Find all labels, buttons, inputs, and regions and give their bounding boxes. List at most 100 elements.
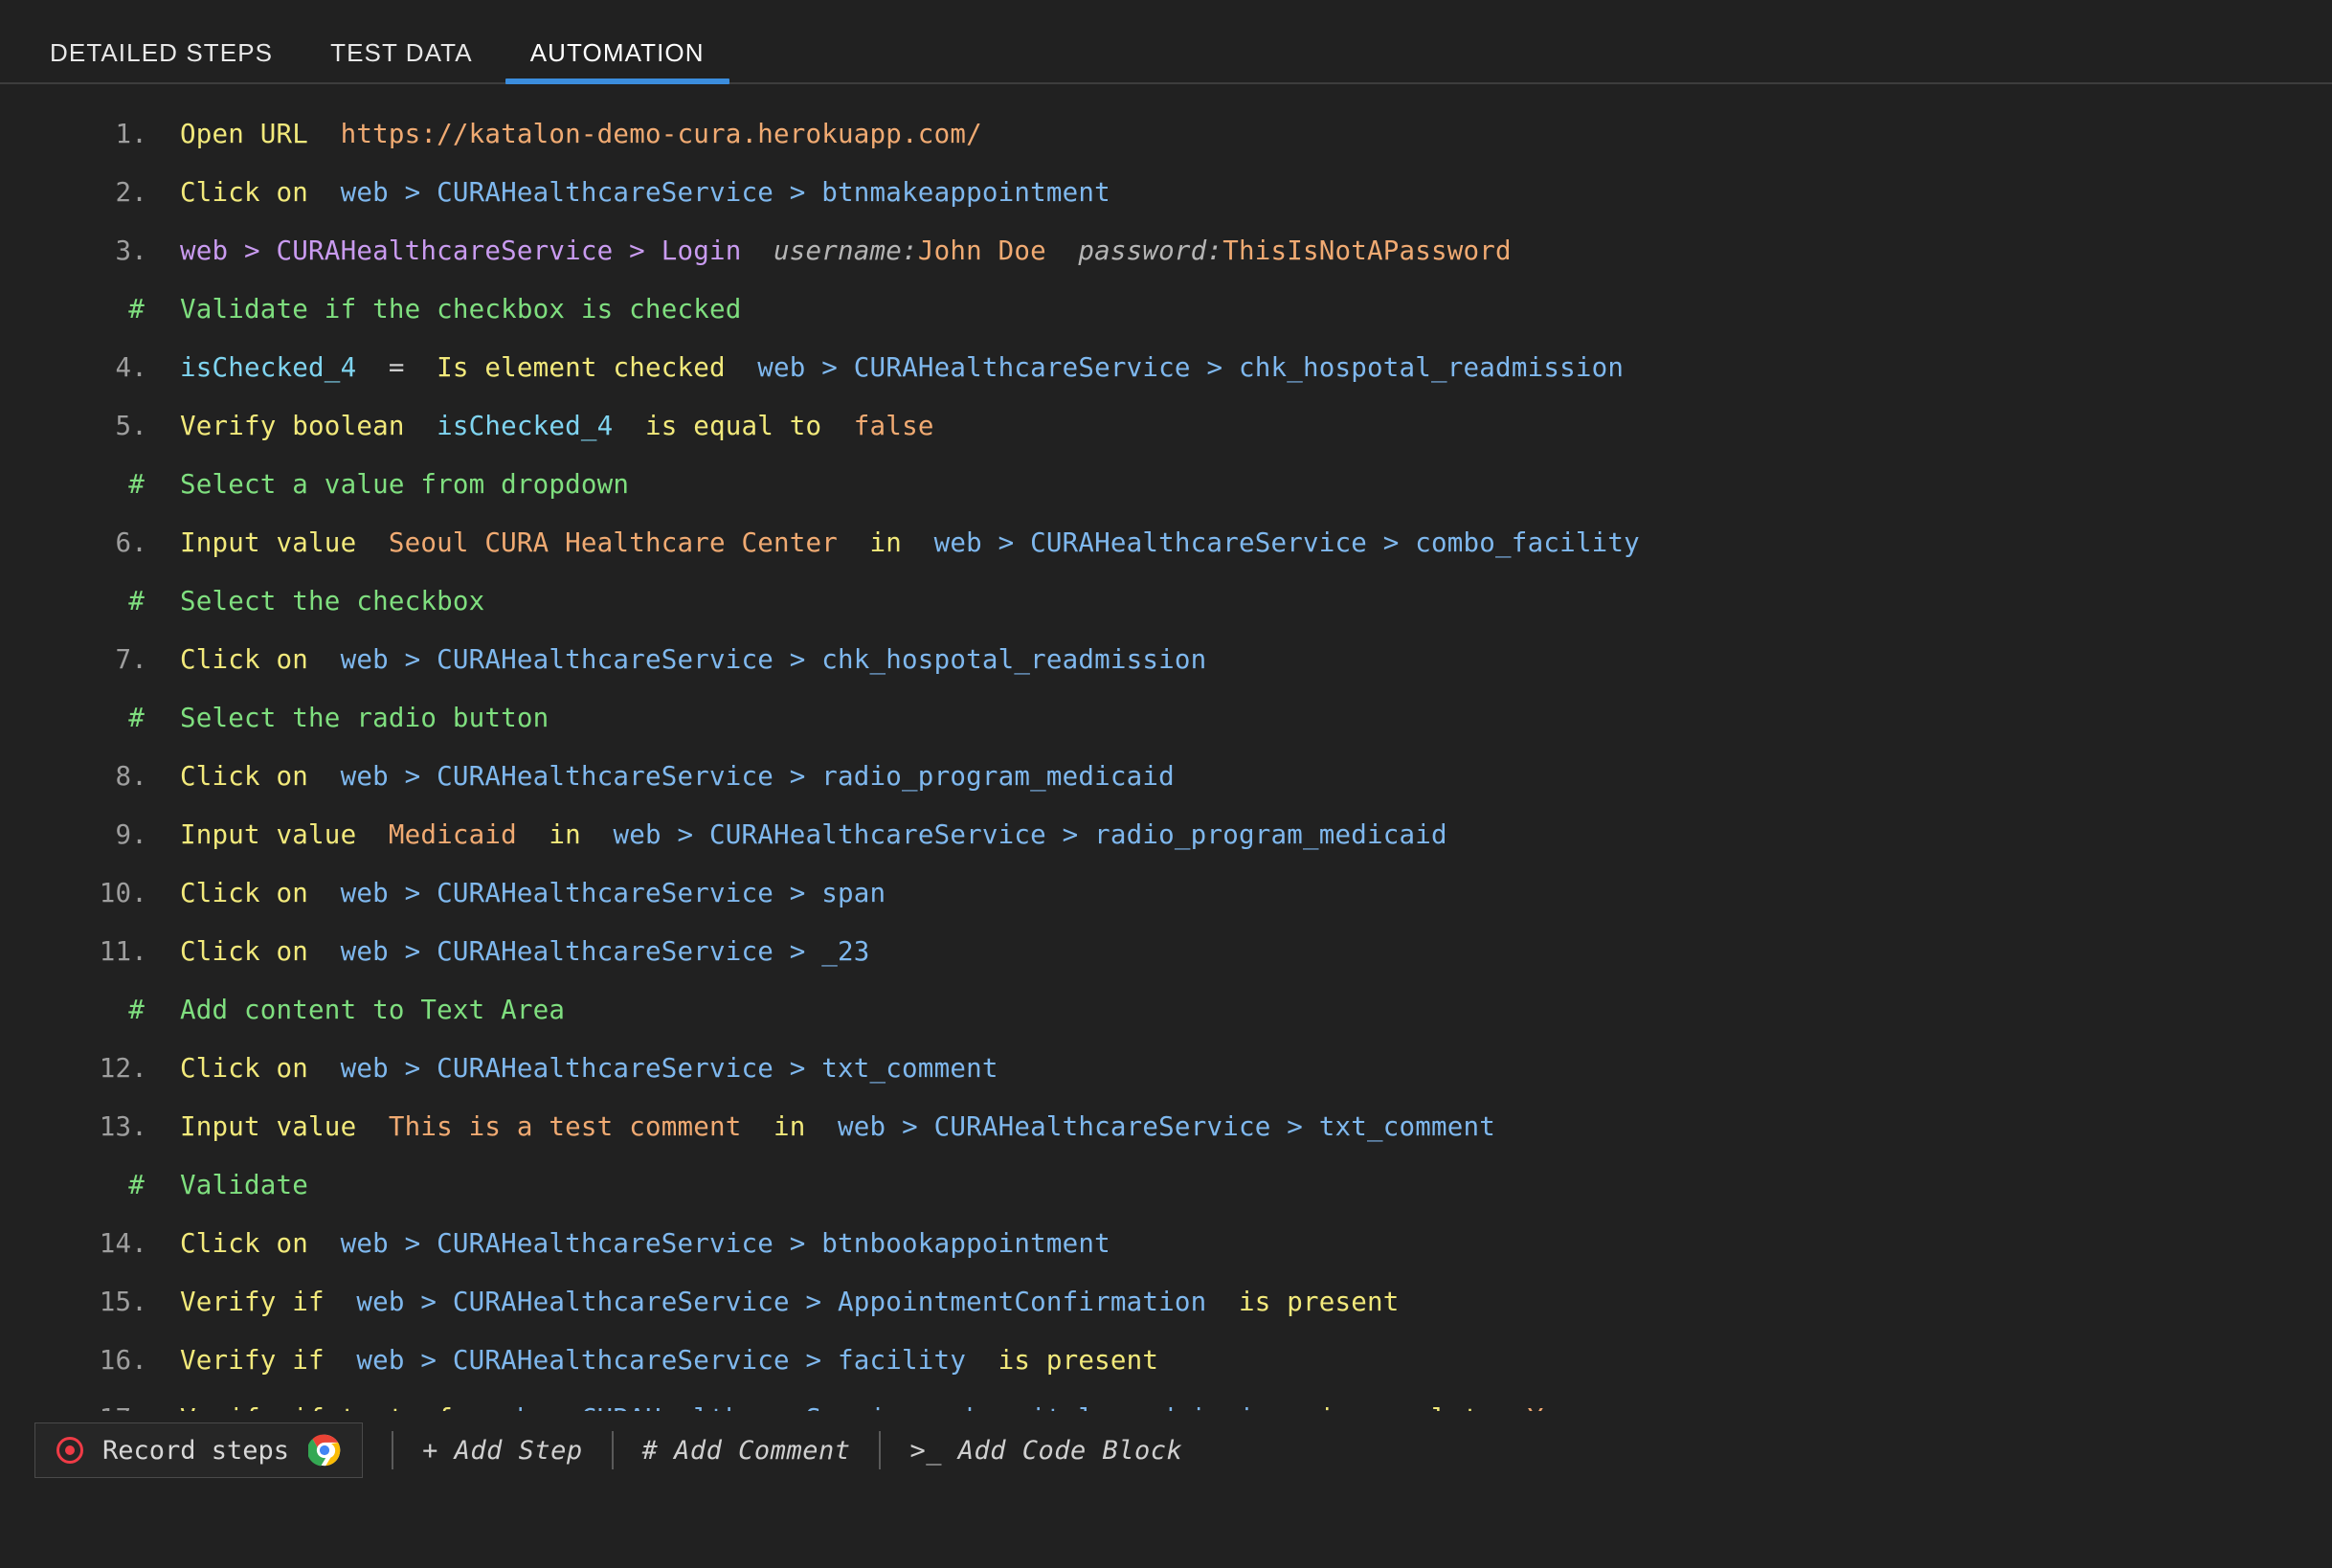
add-step-button[interactable]: + Add Step	[422, 1436, 583, 1466]
token-sp	[356, 339, 389, 397]
tab-test-data[interactable]: TEST DATA	[302, 40, 502, 82]
token-sp	[405, 397, 437, 456]
token-sp	[1206, 1273, 1239, 1332]
token-cmt: Select the radio button	[180, 689, 549, 748]
token-sp	[613, 397, 645, 456]
token-sp	[325, 1273, 357, 1332]
token-obj: web > CURAHealthcareService > combo_faci…	[934, 514, 1640, 572]
token-obj: web > CURAHealthcareService > Appointmen…	[356, 1273, 1206, 1332]
token-obj: web > CURAHealthcareService > txt_commen…	[341, 1040, 998, 1098]
step-number: 15.	[92, 1273, 147, 1332]
token-kw: Is element checked	[437, 339, 726, 397]
step-line[interactable]: 2.Click on web > CURAHealthcareService >…	[0, 164, 2332, 222]
token-sp	[308, 1040, 341, 1098]
comment-line[interactable]: #Add content to Text Area	[0, 981, 2332, 1040]
token-sp	[902, 514, 934, 572]
token-kw: in	[549, 806, 581, 864]
automation-steps-panel[interactable]: 1. Open URL https://katalon-demo-cura.her…	[0, 84, 2332, 1490]
step-line[interactable]: 7.Click on web > CURAHealthcareService >…	[0, 631, 2332, 689]
step-number: 2.	[92, 164, 147, 222]
token-kw: Input value	[180, 1098, 356, 1156]
token-sp	[726, 339, 758, 397]
step-line[interactable]: 6.Input value Seoul CURA Healthcare Cent…	[0, 514, 2332, 572]
step-line[interactable]: 16.Verify if web > CURAHealthcareService…	[0, 1332, 2332, 1390]
token-cmt: Select the checkbox	[180, 572, 484, 631]
comment-line[interactable]: #Select a value from dropdown	[0, 456, 2332, 514]
comment-marker: #	[92, 456, 147, 514]
token-kw: in	[870, 514, 903, 572]
step-line[interactable]: 11.Click on web > CURAHealthcareService …	[0, 923, 2332, 981]
step-line[interactable]: 10.Click on web > CURAHealthcareService …	[0, 864, 2332, 923]
token-kw: Verify if	[180, 1332, 325, 1390]
token-obj: web > CURAHealthcareService > btnbookapp…	[341, 1215, 1110, 1273]
token-obj: web > CURAHealthcareService > chk_hospot…	[341, 631, 1207, 689]
comment-line[interactable]: # Select the radio button	[0, 689, 2332, 748]
comment-line[interactable]: #Select the checkbox	[0, 572, 2332, 631]
token-sp	[966, 1332, 998, 1390]
token-kw: Click on	[180, 1040, 308, 1098]
token-kw: Input value	[180, 514, 356, 572]
step-line[interactable]: 4.isChecked_4 = Is element checked web >…	[0, 339, 2332, 397]
token-cmt: Validate	[180, 1156, 308, 1215]
token-val: https://katalon-demo-cura.herokuapp.com/	[341, 105, 982, 164]
step-number: 5.	[92, 397, 147, 456]
token-var: isChecked_4	[180, 339, 356, 397]
add-comment-button[interactable]: # Add Comment	[642, 1436, 851, 1466]
record-steps-button[interactable]: Record steps	[34, 1422, 363, 1478]
comment-line[interactable]: #Validate	[0, 1156, 2332, 1215]
comment-line[interactable]: # Validate if the checkbox is checked	[0, 280, 2332, 339]
token-val: This is a test comment	[389, 1098, 742, 1156]
add-code-block-button[interactable]: >_ Add Code Block	[909, 1436, 1182, 1466]
token-kw: Click on	[180, 748, 308, 806]
step-number: 8.	[92, 748, 147, 806]
step-line[interactable]: 1. Open URL https://katalon-demo-cura.her…	[0, 105, 2332, 164]
step-number: 9.	[92, 806, 147, 864]
token-val: John Doe	[918, 222, 1046, 280]
chrome-icon	[308, 1434, 341, 1467]
step-line[interactable]: 14.Click on web > CURAHealthcareService …	[0, 1215, 2332, 1273]
comment-marker: #	[92, 689, 147, 748]
token-kw: Click on	[180, 164, 308, 222]
step-line[interactable]: 5.Verify boolean isChecked_4 is equal to…	[0, 397, 2332, 456]
token-kw: Click on	[180, 631, 308, 689]
token-obj: web > CURAHealthcareService > radio_prog…	[341, 748, 1175, 806]
step-number: 10.	[92, 864, 147, 923]
token-val: Medicaid	[389, 806, 517, 864]
tab-bar: DETAILED STEPS TEST DATA AUTOMATION	[0, 0, 2332, 84]
step-line[interactable]: 8. Click on web > CURAHealthcareService >…	[0, 748, 2332, 806]
token-kw: is present	[1239, 1273, 1400, 1332]
step-line[interactable]: 9.Input value Medicaid in web > CURAHeal…	[0, 806, 2332, 864]
step-line[interactable]: 3.web > CURAHealthcareService > Login us…	[0, 222, 2332, 280]
token-obj: web > CURAHealthcareService > span	[341, 864, 886, 923]
step-line[interactable]: 13.Input value This is a test comment in…	[0, 1098, 2332, 1156]
token-val: Seoul CURA Healthcare Center	[389, 514, 838, 572]
step-line[interactable]: 12. Click on web > CURAHealthcareService …	[0, 1040, 2332, 1098]
token-obj: web > CURAHealthcareService > radio_prog…	[613, 806, 1446, 864]
token-sp	[838, 514, 870, 572]
token-obj: web > CURAHealthcareService > _23	[341, 923, 870, 981]
token-sp	[308, 864, 341, 923]
token-sp	[325, 1332, 357, 1390]
token-var: isChecked_4	[437, 397, 613, 456]
step-number: 1.	[92, 105, 147, 164]
tab-detailed-steps[interactable]: DETAILED STEPS	[21, 40, 302, 82]
comment-marker: #	[92, 280, 147, 339]
token-call: web > CURAHealthcareService > Login	[180, 222, 741, 280]
tab-automation[interactable]: AUTOMATION	[502, 40, 733, 82]
token-sp	[742, 1098, 774, 1156]
token-sp	[308, 631, 341, 689]
token-sp	[308, 164, 341, 222]
token-kw: Verify if	[180, 1273, 325, 1332]
step-number: 12.	[92, 1040, 147, 1098]
token-cmt: Validate if the checkbox is checked	[180, 280, 741, 339]
token-sp	[405, 339, 437, 397]
token-val: ThisIsNotAPassword	[1222, 222, 1512, 280]
step-line[interactable]: 15. Verify if web > CURAHealthcareService…	[0, 1273, 2332, 1332]
token-kw: Open URL	[180, 105, 308, 164]
step-number: 13.	[92, 1098, 147, 1156]
token-kw: Click on	[180, 1215, 308, 1273]
token-sp	[308, 748, 341, 806]
steps-toolbar: Record steps + Add Step # Add Comment >_…	[0, 1411, 2332, 1490]
step-number: 11.	[92, 923, 147, 981]
token-sp	[356, 1098, 389, 1156]
